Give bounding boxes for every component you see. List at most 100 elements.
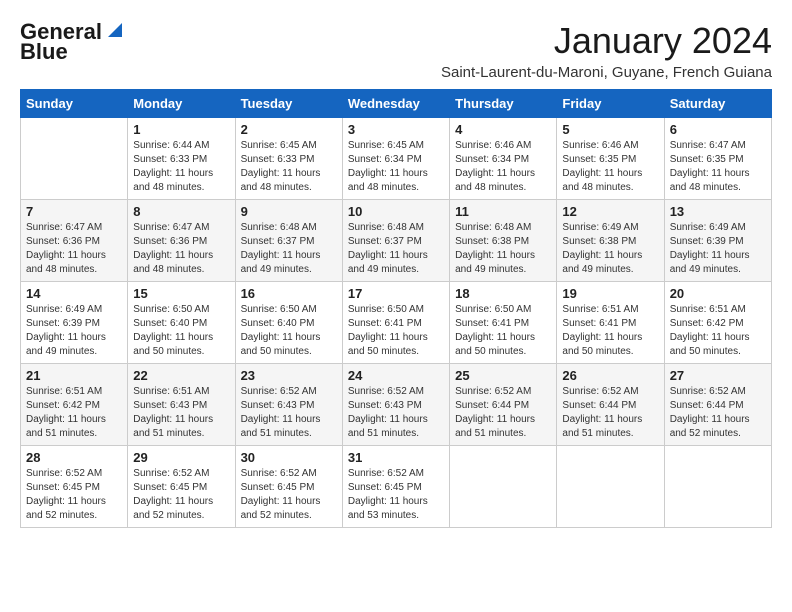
day-info: Sunrise: 6:51 AM Sunset: 6:42 PM Dayligh… [26, 385, 122, 441]
day-number: 25 [455, 368, 551, 383]
logo-triangle-icon [104, 19, 126, 41]
day-info: Sunrise: 6:48 AM Sunset: 6:37 PM Dayligh… [241, 221, 337, 277]
day-info: Sunrise: 6:52 AM Sunset: 6:43 PM Dayligh… [241, 385, 337, 441]
day-info: Sunrise: 6:52 AM Sunset: 6:45 PM Dayligh… [133, 467, 229, 523]
day-info: Sunrise: 6:47 AM Sunset: 6:35 PM Dayligh… [670, 139, 766, 195]
day-number: 21 [26, 368, 122, 383]
day-number: 24 [348, 368, 444, 383]
calendar-cell: 14 Sunrise: 6:49 AM Sunset: 6:39 PM Dayli… [21, 282, 128, 364]
day-info: Sunrise: 6:46 AM Sunset: 6:35 PM Dayligh… [562, 139, 658, 195]
calendar-week-row: 7Sunrise: 6:47 AM Sunset: 6:36 PM Daylig… [21, 200, 772, 282]
day-number: 26 [562, 368, 658, 383]
day-info: Sunrise: 6:45 AM Sunset: 6:33 PM Dayligh… [241, 139, 337, 195]
day-info: Sunrise: 6:50 AM Sunset: 6:41 PM Dayligh… [455, 303, 551, 359]
day-number: 4 [455, 122, 551, 137]
calendar-cell [557, 446, 664, 528]
day-info: Sunrise: 6:50 AM Sunset: 6:40 PM Dayligh… [133, 303, 229, 359]
day-info: Sunrise: 6:47 AM Sunset: 6:36 PM Dayligh… [26, 221, 122, 277]
day-info: Sunrise: 6:49 AM Sunset: 6:38 PM Dayligh… [562, 221, 658, 277]
day-info: Sunrise: 6:49 AM Sunset: 6:39 PM Dayligh… [26, 303, 122, 359]
calendar-week-row: 14 Sunrise: 6:49 AM Sunset: 6:39 PM Dayli… [21, 282, 772, 364]
day-number: 9 [241, 204, 337, 219]
day-info: Sunrise: 6:44 AM Sunset: 6:33 PM Dayligh… [133, 139, 229, 195]
day-info: Sunrise: 6:51 AM Sunset: 6:43 PM Dayligh… [133, 385, 229, 441]
calendar-cell: 6 Sunrise: 6:47 AM Sunset: 6:35 PM Daylig… [664, 118, 771, 200]
day-info: Sunrise: 6:52 AM Sunset: 6:45 PM Dayligh… [348, 467, 444, 523]
day-info: Sunrise: 6:47 AM Sunset: 6:36 PM Dayligh… [133, 221, 229, 277]
day-number: 6 [670, 122, 766, 137]
column-header-tuesday: Tuesday [235, 90, 342, 118]
day-info: Sunrise: 6:48 AM Sunset: 6:38 PM Dayligh… [455, 221, 551, 277]
day-info: Sunrise: 6:52 AM Sunset: 6:44 PM Dayligh… [562, 385, 658, 441]
day-number: 30 [241, 450, 337, 465]
calendar-cell: 30 Sunrise: 6:52 AM Sunset: 6:45 PM Dayli… [235, 446, 342, 528]
calendar-cell: 18 Sunrise: 6:50 AM Sunset: 6:41 PM Dayli… [450, 282, 557, 364]
day-info: Sunrise: 6:52 AM Sunset: 6:45 PM Dayligh… [26, 467, 122, 523]
day-number: 13 [670, 204, 766, 219]
calendar-cell: 19 Sunrise: 6:51 AM Sunset: 6:41 PM Dayli… [557, 282, 664, 364]
calendar-cell: 13Sunrise: 6:49 AM Sunset: 6:39 PM Dayli… [664, 200, 771, 282]
calendar-cell: 20 Sunrise: 6:51 AM Sunset: 6:42 PM Dayli… [664, 282, 771, 364]
day-number: 2 [241, 122, 337, 137]
calendar-cell: 5Sunrise: 6:46 AM Sunset: 6:35 PM Daylig… [557, 118, 664, 200]
calendar-cell [21, 118, 128, 200]
column-header-wednesday: Wednesday [342, 90, 449, 118]
day-number: 29 [133, 450, 229, 465]
day-number: 12 [562, 204, 658, 219]
calendar-cell: 9 Sunrise: 6:48 AM Sunset: 6:37 PM Daylig… [235, 200, 342, 282]
column-header-saturday: Saturday [664, 90, 771, 118]
day-number: 16 [241, 286, 337, 301]
calendar-cell: 17Sunrise: 6:50 AM Sunset: 6:41 PM Dayli… [342, 282, 449, 364]
calendar-cell: 3Sunrise: 6:45 AM Sunset: 6:34 PM Daylig… [342, 118, 449, 200]
calendar-cell: 25 Sunrise: 6:52 AM Sunset: 6:44 PM Dayli… [450, 364, 557, 446]
day-number: 27 [670, 368, 766, 383]
day-info: Sunrise: 6:52 AM Sunset: 6:45 PM Dayligh… [241, 467, 337, 523]
month-title: January 2024 [441, 20, 772, 62]
calendar-cell: 16 Sunrise: 6:50 AM Sunset: 6:40 PM Dayli… [235, 282, 342, 364]
calendar-cell: 26 Sunrise: 6:52 AM Sunset: 6:44 PM Dayli… [557, 364, 664, 446]
day-number: 10 [348, 204, 444, 219]
calendar-cell: 8 Sunrise: 6:47 AM Sunset: 6:36 PM Daylig… [128, 200, 235, 282]
calendar-cell: 23 Sunrise: 6:52 AM Sunset: 6:43 PM Dayli… [235, 364, 342, 446]
day-info: Sunrise: 6:52 AM Sunset: 6:44 PM Dayligh… [455, 385, 551, 441]
day-info: Sunrise: 6:51 AM Sunset: 6:41 PM Dayligh… [562, 303, 658, 359]
calendar-cell: 2 Sunrise: 6:45 AM Sunset: 6:33 PM Daylig… [235, 118, 342, 200]
day-info: Sunrise: 6:48 AM Sunset: 6:37 PM Dayligh… [348, 221, 444, 277]
calendar-cell: 21 Sunrise: 6:51 AM Sunset: 6:42 PM Dayli… [21, 364, 128, 446]
calendar-week-row: 21 Sunrise: 6:51 AM Sunset: 6:42 PM Dayli… [21, 364, 772, 446]
day-number: 18 [455, 286, 551, 301]
day-info: Sunrise: 6:52 AM Sunset: 6:43 PM Dayligh… [348, 385, 444, 441]
calendar-cell: 7Sunrise: 6:47 AM Sunset: 6:36 PM Daylig… [21, 200, 128, 282]
day-info: Sunrise: 6:50 AM Sunset: 6:41 PM Dayligh… [348, 303, 444, 359]
day-info: Sunrise: 6:52 AM Sunset: 6:44 PM Dayligh… [670, 385, 766, 441]
calendar-cell: 15 Sunrise: 6:50 AM Sunset: 6:40 PM Dayli… [128, 282, 235, 364]
day-number: 20 [670, 286, 766, 301]
day-number: 15 [133, 286, 229, 301]
location-subtitle: Saint-Laurent-du-Maroni, Guyane, French … [441, 64, 772, 81]
calendar-cell: 28 Sunrise: 6:52 AM Sunset: 6:45 PM Dayli… [21, 446, 128, 528]
page-header: General Blue January 2024 Saint-Laurent-… [20, 20, 772, 81]
calendar-week-row: 28 Sunrise: 6:52 AM Sunset: 6:45 PM Dayli… [21, 446, 772, 528]
title-block: January 2024 Saint-Laurent-du-Maroni, Gu… [441, 20, 772, 81]
day-number: 19 [562, 286, 658, 301]
day-number: 8 [133, 204, 229, 219]
calendar-cell: 10 Sunrise: 6:48 AM Sunset: 6:37 PM Dayli… [342, 200, 449, 282]
day-info: Sunrise: 6:51 AM Sunset: 6:42 PM Dayligh… [670, 303, 766, 359]
day-number: 14 [26, 286, 122, 301]
calendar-cell [450, 446, 557, 528]
calendar-cell: 11 Sunrise: 6:48 AM Sunset: 6:38 PM Dayli… [450, 200, 557, 282]
day-number: 31 [348, 450, 444, 465]
day-info: Sunrise: 6:50 AM Sunset: 6:40 PM Dayligh… [241, 303, 337, 359]
day-number: 23 [241, 368, 337, 383]
day-number: 11 [455, 204, 551, 219]
logo-text-blue: Blue [20, 40, 68, 64]
day-number: 28 [26, 450, 122, 465]
column-header-thursday: Thursday [450, 90, 557, 118]
logo: General Blue [20, 20, 126, 64]
day-info: Sunrise: 6:46 AM Sunset: 6:34 PM Dayligh… [455, 139, 551, 195]
calendar-table: SundayMondayTuesdayWednesdayThursdayFrid… [20, 89, 772, 528]
calendar-week-row: 1Sunrise: 6:44 AM Sunset: 6:33 PM Daylig… [21, 118, 772, 200]
day-number: 3 [348, 122, 444, 137]
calendar-cell: 12 Sunrise: 6:49 AM Sunset: 6:38 PM Dayli… [557, 200, 664, 282]
day-number: 22 [133, 368, 229, 383]
